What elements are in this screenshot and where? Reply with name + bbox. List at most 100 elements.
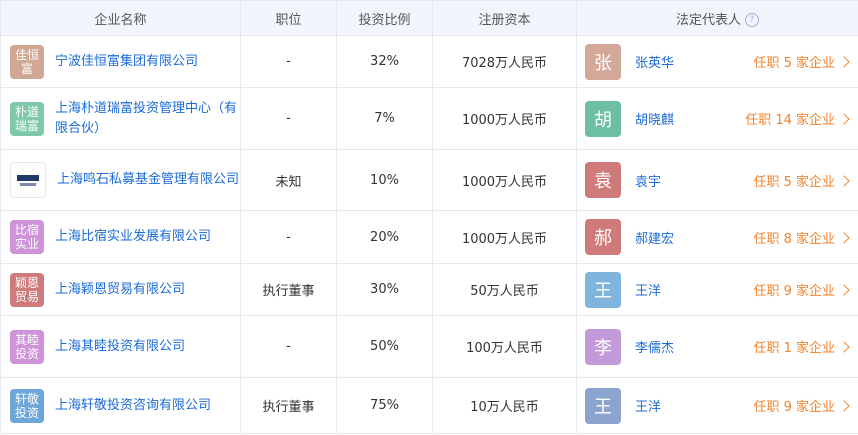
position-cell: - [240, 315, 337, 378]
tenure-label: 任职 5 家企业 [753, 56, 835, 71]
company-link[interactable]: 上海颖恩贸易有限公司 [55, 280, 185, 300]
position-cell: - [240, 35, 337, 88]
table-row: 其睦 投资 上海其睦投资有限公司 - 50% 100万人民币 李 李儒杰 任职 1… [0, 315, 858, 378]
chevron-right-icon [838, 174, 850, 187]
person-avatar: 李 [585, 328, 621, 365]
person-link[interactable]: 袁宇 [635, 171, 753, 190]
tenure-link[interactable]: 任职 5 家企业 [753, 171, 850, 190]
tenure-link[interactable]: 任职 1 家企业 [753, 337, 850, 356]
tenure-link[interactable]: 任职 5 家企业 [753, 52, 850, 71]
company-cell: 轩敬 投资 上海轩敬投资咨询有限公司 [0, 377, 241, 434]
table-header-row: 企业名称 职位 投资比例 注册资本 法定代表人? [0, 0, 858, 36]
tenure-label: 任职 14 家企业 [745, 113, 835, 128]
capital-cell: 10万人民币 [432, 377, 577, 434]
company-link[interactable]: 上海鸣石私募基金管理有限公司 [57, 170, 239, 190]
person-avatar: 胡 [585, 100, 621, 137]
tenure-label: 任职 8 家企业 [753, 231, 835, 247]
table-row: 朴道 瑞富 上海朴道瑞富投资管理中心（有限合伙） - 7% 1000万人民币 胡 … [0, 87, 858, 150]
tenure-link[interactable]: 任职 14 家企业 [745, 109, 850, 128]
legal-rep-cell: 李 李儒杰 任职 1 家企业 [576, 315, 858, 378]
company-logo: 佳恒富 [10, 44, 44, 79]
ratio-cell: 32% [336, 35, 433, 88]
tenure-link[interactable]: 任职 9 家企业 [753, 396, 850, 415]
position-cell: 未知 [240, 149, 337, 211]
chevron-right-icon [838, 113, 850, 125]
legal-rep-cell: 王 王洋 任职 9 家企业 [576, 263, 858, 316]
table-row: 上海鸣石私募基金管理有限公司 未知 10% 1000万人民币 袁 袁宇 任职 5… [0, 149, 858, 211]
capital-cell: 1000万人民币 [432, 87, 577, 150]
position-cell: - [240, 87, 337, 150]
capital-cell: 1000万人民币 [432, 149, 577, 211]
company-cell: 佳恒富 宁波佳恒富集团有限公司 [0, 35, 241, 88]
legal-rep-cell: 王 王洋 任职 9 家企业 [576, 377, 858, 434]
company-link[interactable]: 上海朴道瑞富投资管理中心（有限合伙） [55, 99, 240, 139]
person-link[interactable]: 郝建宏 [635, 228, 753, 247]
capital-cell: 50万人民币 [432, 263, 577, 316]
header-position: 职位 [240, 0, 337, 36]
company-logo: 朴道 瑞富 [10, 101, 44, 136]
company-logo [10, 162, 46, 198]
chevron-right-icon [838, 56, 850, 68]
company-link[interactable]: 上海比宿实业发展有限公司 [55, 227, 211, 247]
tenure-link[interactable]: 任职 9 家企业 [753, 280, 850, 299]
help-icon[interactable]: ? [745, 13, 759, 27]
company-cell: 朴道 瑞富 上海朴道瑞富投资管理中心（有限合伙） [0, 87, 241, 150]
company-link[interactable]: 宁波佳恒富集团有限公司 [55, 52, 198, 72]
company-cell: 颖恩 贸易 上海颖恩贸易有限公司 [0, 263, 241, 316]
position-cell: 执行董事 [240, 263, 337, 316]
legal-rep-cell: 袁 袁宇 任职 5 家企业 [576, 149, 858, 211]
header-legal: 法定代表人? [576, 0, 858, 36]
company-logo: 轩敬 投资 [10, 388, 44, 423]
table-row: 比宿 实业 上海比宿实业发展有限公司 - 20% 1000万人民币 郝 郝建宏 任… [0, 210, 858, 264]
ratio-cell: 50% [336, 315, 433, 378]
company-logo: 比宿 实业 [10, 220, 44, 254]
chevron-right-icon [838, 231, 850, 244]
company-link[interactable]: 上海轩敬投资咨询有限公司 [55, 396, 211, 416]
company-cell: 比宿 实业 上海比宿实业发展有限公司 [0, 210, 241, 264]
header-legal-label: 法定代表人 [675, 12, 741, 28]
person-avatar: 王 [585, 387, 621, 424]
company-link[interactable]: 上海其睦投资有限公司 [55, 337, 185, 357]
person-avatar: 袁 [585, 162, 621, 198]
ratio-cell: 7% [336, 87, 433, 150]
tenure-label: 任职 9 家企业 [753, 284, 835, 299]
person-link[interactable]: 胡晓麒 [635, 109, 745, 128]
tenure-label: 任职 1 家企业 [753, 341, 835, 356]
capital-cell: 7028万人民币 [432, 35, 577, 88]
ratio-cell: 20% [336, 210, 433, 264]
company-cell: 上海鸣石私募基金管理有限公司 [0, 149, 241, 211]
position-cell: 执行董事 [240, 377, 337, 434]
legal-rep-cell: 胡 胡晓麒 任职 14 家企业 [576, 87, 858, 150]
tenure-label: 任职 9 家企业 [753, 400, 835, 415]
position-cell: - [240, 210, 337, 264]
person-link[interactable]: 张英华 [635, 52, 753, 71]
legal-rep-cell: 张 张英华 任职 5 家企业 [576, 35, 858, 88]
company-cell: 其睦 投资 上海其睦投资有限公司 [0, 315, 241, 378]
ratio-cell: 75% [336, 377, 433, 434]
table-row: 颖恩 贸易 上海颖恩贸易有限公司 执行董事 30% 50万人民币 王 王洋 任职 … [0, 263, 858, 316]
person-avatar: 张 [585, 43, 621, 80]
table-row: 轩敬 投资 上海轩敬投资咨询有限公司 执行董事 75% 10万人民币 王 王洋 任… [0, 377, 858, 434]
company-logo: 颖恩 贸易 [10, 272, 44, 307]
company-logo: 其睦 投资 [10, 329, 44, 364]
header-ratio: 投资比例 [336, 0, 433, 36]
capital-cell: 1000万人民币 [432, 210, 577, 264]
ratio-cell: 10% [336, 149, 433, 211]
tenure-link[interactable]: 任职 8 家企业 [753, 228, 850, 247]
chevron-right-icon [838, 284, 850, 296]
tenure-label: 任职 5 家企业 [753, 174, 835, 190]
person-avatar: 郝 [585, 219, 621, 255]
person-avatar: 王 [585, 271, 621, 308]
chevron-right-icon [838, 341, 850, 353]
table-row: 佳恒富 宁波佳恒富集团有限公司 - 32% 7028万人民币 张 张英华 任职 … [0, 35, 858, 88]
legal-rep-cell: 郝 郝建宏 任职 8 家企业 [576, 210, 858, 264]
header-company: 企业名称 [0, 0, 241, 36]
capital-cell: 100万人民币 [432, 315, 577, 378]
person-link[interactable]: 王洋 [635, 396, 753, 415]
investment-table: 企业名称 职位 投资比例 注册资本 法定代表人? 佳恒富 宁波佳恒富集团有限公司… [0, 0, 858, 434]
person-link[interactable]: 王洋 [635, 280, 753, 299]
person-link[interactable]: 李儒杰 [635, 337, 753, 356]
header-capital: 注册资本 [432, 0, 577, 36]
chevron-right-icon [838, 400, 850, 412]
ratio-cell: 30% [336, 263, 433, 316]
